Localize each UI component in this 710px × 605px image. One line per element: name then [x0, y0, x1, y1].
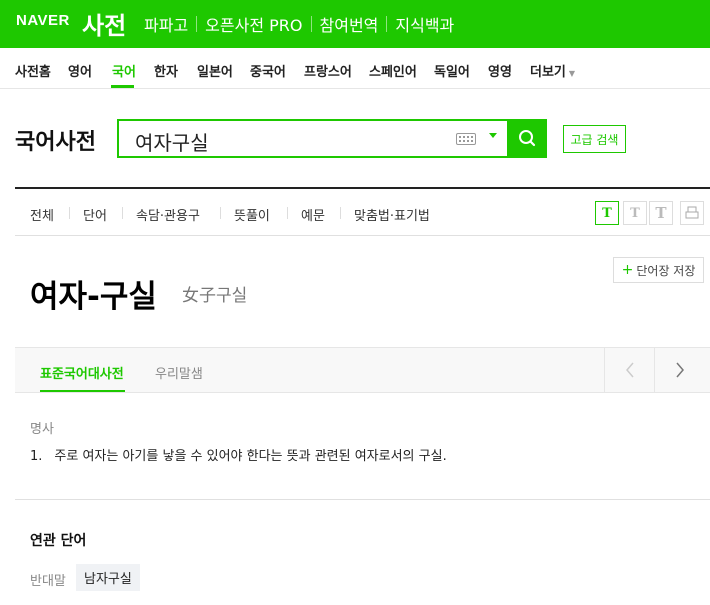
dropdown-arrow-icon[interactable]: [489, 133, 497, 138]
filter-meaning[interactable]: 뜻풀이: [234, 205, 270, 224]
definition-number: 1.: [30, 449, 43, 464]
source-tabs: 표준국어대사전 우리말샘: [15, 347, 710, 393]
print-icon: [685, 206, 699, 219]
dictionary-title: 국어사전: [15, 130, 96, 155]
nav-item-german[interactable]: 독일어: [434, 61, 470, 80]
nav-item-more[interactable]: 더보기 ▼: [530, 61, 575, 80]
divider: [69, 207, 70, 219]
more-label: 더보기: [530, 65, 566, 80]
part-of-speech: 명사: [30, 422, 54, 437]
top-nav-translation[interactable]: 참여번역: [312, 12, 387, 36]
nav-item-english-english[interactable]: 영영: [488, 61, 512, 80]
font-size-large-button[interactable]: T: [649, 201, 673, 225]
active-nav-underline: [111, 85, 134, 88]
tab-urimalsaem[interactable]: 우리말샘: [155, 363, 203, 382]
nav-item-chinese[interactable]: 중국어: [250, 61, 286, 80]
chevron-left-icon: [625, 362, 634, 378]
advanced-search-button[interactable]: 고급 검색: [563, 125, 626, 153]
divider: [122, 207, 123, 219]
top-nav-opendict-pro[interactable]: 오픈사전 PRO: [197, 12, 310, 36]
nav-item-home[interactable]: 사전홈: [15, 61, 51, 80]
chevron-right-icon: [675, 362, 684, 378]
top-nav: 파파고 오픈사전 PRO 참여번역 지식백과: [136, 0, 462, 48]
service-title[interactable]: 사전: [82, 6, 126, 41]
naver-logo[interactable]: NAVER: [16, 12, 70, 29]
search-input[interactable]: 여자구실: [117, 119, 547, 158]
font-size-medium-button[interactable]: T: [623, 201, 647, 225]
entry-headword: 여자-구실: [30, 279, 157, 315]
related-words-title: 연관 단어: [30, 533, 87, 549]
antonym-label: 반대말: [30, 574, 66, 589]
plus-icon: +: [621, 262, 634, 278]
definition-item: 1. 주로 여자는 아기를 낳을 수 있어야 한다는 뜻과 관련된 여자로서의 구…: [30, 445, 447, 464]
filter-idiom[interactable]: 속담·관용구: [136, 205, 200, 224]
nav-item-french[interactable]: 프랑스어: [304, 61, 352, 80]
next-source-button[interactable]: [654, 348, 704, 392]
divider: [287, 207, 288, 219]
font-size-small-button[interactable]: T: [595, 201, 619, 225]
antonym-link[interactable]: 남자구실: [76, 564, 140, 591]
prev-source-button[interactable]: [604, 348, 654, 392]
divider: [340, 207, 341, 219]
filter-spelling[interactable]: 맞춤법·표기법: [354, 205, 430, 224]
search-query[interactable]: 여자구실: [135, 127, 209, 156]
top-nav-papago[interactable]: 파파고: [136, 12, 196, 36]
nav-item-japanese[interactable]: 일본어: [197, 61, 233, 80]
filter-example[interactable]: 예문: [301, 205, 325, 224]
filter-word[interactable]: 단어: [83, 205, 107, 224]
nav-item-korean[interactable]: 국어: [112, 61, 136, 80]
nav-item-spanish[interactable]: 스페인어: [369, 61, 417, 80]
top-nav-encyclopedia[interactable]: 지식백과: [387, 12, 462, 36]
dictionary-nav: 사전홈 영어 국어 한자 일본어 중국어 프랑스어 스페인어 독일어 영영 더보…: [0, 48, 710, 89]
chevron-down-icon: ▼: [568, 69, 576, 78]
divider: [15, 499, 710, 500]
top-bar: NAVER 사전 파파고 오픈사전 PRO 참여번역 지식백과: [0, 0, 710, 48]
search-button[interactable]: [507, 119, 547, 158]
tab-standard-dictionary[interactable]: 표준국어대사전: [40, 363, 124, 382]
keyboard-icon[interactable]: [456, 133, 476, 145]
nav-item-hanja[interactable]: 한자: [154, 61, 178, 80]
divider: [220, 207, 221, 219]
save-label: 단어장 저장: [636, 263, 696, 278]
nav-item-english[interactable]: 영어: [68, 61, 92, 80]
search-icon: [519, 130, 536, 147]
active-tab-underline: [40, 390, 125, 392]
print-button[interactable]: [680, 201, 704, 225]
definition-text: 주로 여자는 아기를 낳을 수 있어야 한다는 뜻과 관련된 여자로서의 구실.: [54, 449, 447, 464]
save-to-wordbook-button[interactable]: + 단어장 저장: [613, 257, 704, 283]
filter-all[interactable]: 전체: [30, 205, 54, 224]
entry-hanja: 女子구실: [182, 286, 248, 306]
